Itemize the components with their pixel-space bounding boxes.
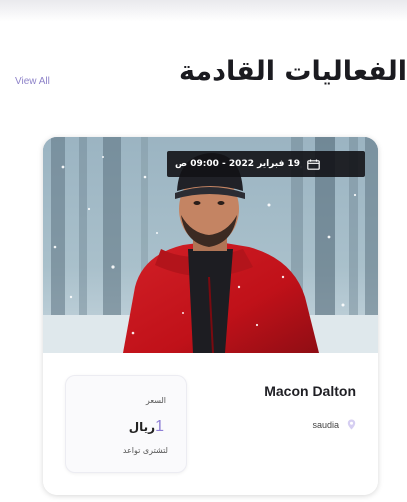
event-card[interactable]: 19 فبراير 2022 - 09:00 ص Macon Dalton sa… <box>43 137 378 495</box>
price-label: السعر <box>145 396 166 405</box>
price-currency: ريال <box>128 420 156 434</box>
price-value: 1 <box>155 418 164 435</box>
event-card-body: Macon Dalton saudia السعر 1 ريال لتشترى … <box>43 353 378 495</box>
event-location-text: saudia <box>312 419 339 430</box>
price-note: لتشترى تواعد <box>122 446 168 455</box>
top-bar <box>0 0 407 22</box>
section-title: الفعاليات القادمة <box>179 56 407 87</box>
event-date-text: 19 فبراير 2022 - 09:00 ص <box>175 159 301 169</box>
price-row: 1 ريال <box>129 418 166 436</box>
event-name: Macon Dalton <box>264 383 356 399</box>
view-all-link[interactable]: View All <box>15 76 50 87</box>
page: الفعاليات القادمة View All 19 فبراير 202… <box>0 0 407 502</box>
event-location: saudia <box>312 419 356 430</box>
event-date-badge: 19 فبراير 2022 - 09:00 ص <box>167 151 365 177</box>
event-photo: 19 فبراير 2022 - 09:00 ص <box>43 137 378 353</box>
calendar-icon <box>307 159 320 170</box>
pin-icon <box>347 419 356 430</box>
price-box[interactable]: السعر 1 ريال لتشترى تواعد <box>65 375 187 473</box>
